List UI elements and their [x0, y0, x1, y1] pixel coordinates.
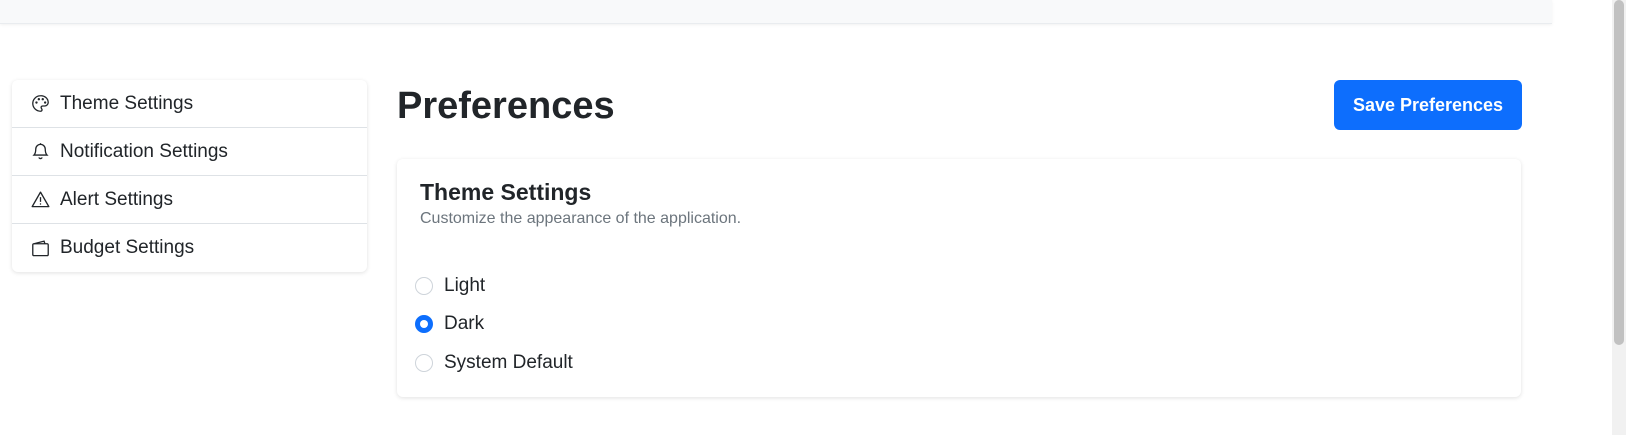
- warning-icon: [30, 190, 50, 210]
- radio-light[interactable]: [415, 277, 433, 295]
- radio-label: Light: [444, 275, 486, 296]
- theme-option-light[interactable]: Light: [415, 273, 485, 299]
- radio-dark[interactable]: [415, 315, 433, 333]
- card-title: Theme Settings: [420, 179, 592, 205]
- scrollbar-thumb[interactable]: [1614, 0, 1624, 345]
- palette-icon: [30, 94, 50, 114]
- page-title: Preferences: [397, 85, 615, 127]
- bell-icon: [30, 142, 50, 162]
- sidebar-item-label: Theme Settings: [60, 92, 194, 114]
- scrollbar[interactable]: [1612, 0, 1626, 435]
- sidebar-item-budget-settings[interactable]: Budget Settings: [12, 224, 367, 272]
- top-navbar: [0, 0, 1552, 24]
- radio-system-default[interactable]: [415, 354, 433, 372]
- card-subtitle: Customize the appearance of the applicat…: [420, 210, 742, 227]
- wallet-icon: [30, 238, 50, 258]
- sidebar-item-label: Notification Settings: [60, 140, 228, 162]
- theme-option-dark[interactable]: Dark: [415, 311, 484, 337]
- theme-option-system-default[interactable]: System Default: [415, 350, 573, 376]
- settings-sidebar: Theme Settings Notification Settings Ale…: [12, 80, 367, 272]
- save-preferences-button[interactable]: Save Preferences: [1334, 80, 1522, 130]
- radio-label: System Default: [444, 352, 573, 373]
- radio-label: Dark: [444, 313, 485, 334]
- sidebar-item-theme-settings[interactable]: Theme Settings: [12, 80, 367, 128]
- sidebar-item-label: Alert Settings: [60, 188, 173, 210]
- theme-settings-card: Theme Settings Customize the appearance …: [397, 159, 1521, 397]
- sidebar-item-label: Budget Settings: [60, 237, 195, 258]
- sidebar-item-alert-settings[interactable]: Alert Settings: [12, 176, 367, 224]
- sidebar-item-notification-settings[interactable]: Notification Settings: [12, 128, 367, 176]
